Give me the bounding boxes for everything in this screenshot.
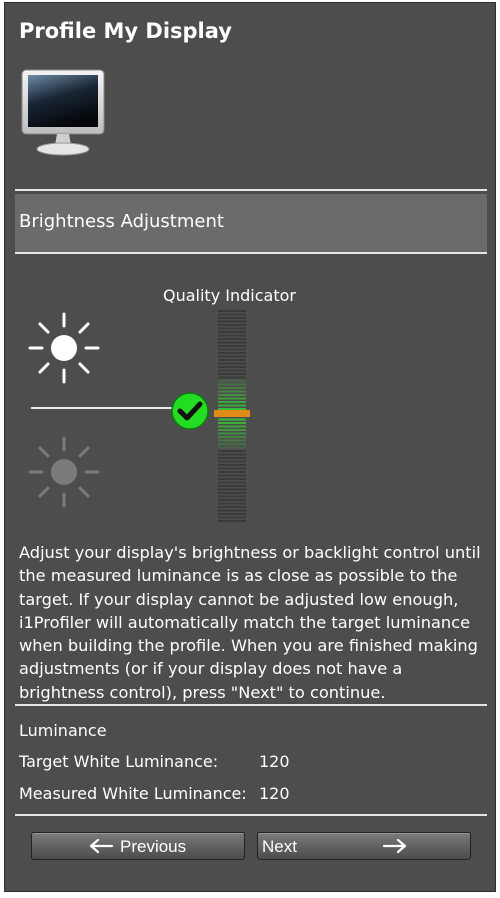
target-luminance-value: 120: [259, 752, 290, 771]
meter-segment: [218, 443, 246, 445]
meter-segment: [218, 355, 246, 358]
meter-marker: [214, 410, 250, 417]
meter-segment: [218, 467, 246, 470]
meter-segment: [218, 359, 246, 361]
meter-segment: [218, 478, 246, 480]
meter-segment: [218, 422, 246, 424]
meter-segment: [218, 481, 246, 484]
meter-segment: [218, 436, 246, 438]
meter-segment: [218, 352, 246, 354]
quality-indicator-label: Quality Indicator: [163, 286, 296, 305]
meter-segment: [218, 450, 246, 452]
meter-segment: [218, 485, 246, 487]
meter-segment: [218, 345, 246, 347]
section-header: Brightness Adjustment: [15, 194, 487, 252]
target-luminance-label: Target White Luminance:: [19, 752, 219, 771]
profile-panel: Profile My Display Brightness Adjustment…: [4, 2, 496, 892]
meter-segment: [218, 362, 246, 365]
meter-segment: [218, 317, 246, 319]
meter-segment: [218, 513, 246, 515]
meter-segment: [218, 369, 246, 372]
meter-segment: [218, 313, 246, 316]
quality-meter: [214, 310, 250, 522]
measured-luminance-value: 120: [259, 784, 290, 803]
meter-segment: [218, 460, 246, 463]
previous-button[interactable]: Previous: [31, 832, 245, 860]
meter-segment: [218, 348, 246, 351]
meter-segment: [218, 327, 246, 330]
meter-segment: [218, 320, 246, 323]
meter-segment: [218, 376, 246, 379]
meter-segment: [218, 401, 246, 403]
meter-segment: [218, 432, 246, 435]
meter-segment: [218, 506, 246, 508]
instructions-text: Adjust your display's brightness or back…: [19, 543, 481, 702]
brightness-slider-track: [31, 407, 187, 409]
display-monitor-icon: [21, 69, 105, 156]
divider: [15, 704, 487, 706]
page-title: Profile My Display: [19, 19, 232, 43]
meter-segment: [218, 404, 246, 407]
meter-segment: [218, 380, 246, 382]
meter-segment: [218, 338, 246, 340]
measured-luminance-label: Measured White Luminance:: [19, 784, 247, 803]
next-button[interactable]: Next: [257, 832, 471, 860]
meter-segment: [218, 499, 246, 501]
meter-segment: [218, 509, 246, 512]
divider: [15, 814, 487, 816]
divider: [15, 252, 487, 254]
meter-segment: [218, 334, 246, 337]
meter-segment: [218, 474, 246, 477]
checkmark-icon: [171, 392, 209, 430]
arrow-right-icon: [382, 838, 407, 854]
meter-segment: [218, 425, 246, 428]
meter-segment: [218, 495, 246, 498]
meter-segment: [218, 310, 246, 312]
meter-segment: [218, 457, 246, 459]
meter-segment: [218, 516, 246, 519]
meter-segment: [218, 324, 246, 326]
meter-segment: [218, 471, 246, 473]
meter-segment: [218, 408, 246, 410]
previous-button-label: Previous: [120, 837, 187, 856]
divider: [15, 189, 487, 191]
sun-dim-icon: [28, 436, 100, 508]
meter-segment: [218, 394, 246, 396]
section-title: Brightness Adjustment: [19, 211, 224, 232]
meter-segment: [218, 429, 246, 431]
meter-segment: [218, 492, 246, 494]
meter-segment: [218, 390, 246, 393]
arrow-left-icon: [89, 838, 114, 854]
meter-segment: [218, 387, 246, 389]
meter-segment: [218, 502, 246, 505]
meter-segment: [218, 453, 246, 456]
meter-segment: [218, 418, 246, 421]
meter-segment: [218, 331, 246, 333]
meter-segment: [218, 383, 246, 386]
meter-segment: [218, 439, 246, 442]
meter-segment: [218, 488, 246, 491]
meter-segment: [218, 366, 246, 368]
meter-segment: [218, 373, 246, 375]
meter-segment: [218, 520, 246, 522]
meter-segment: [218, 397, 246, 400]
meter-segment: [218, 341, 246, 344]
luminance-heading: Luminance: [19, 721, 107, 740]
meter-segment: [218, 464, 246, 466]
sun-bright-icon: [28, 312, 100, 384]
next-button-label: Next: [262, 837, 297, 856]
meter-segment: [218, 446, 246, 449]
